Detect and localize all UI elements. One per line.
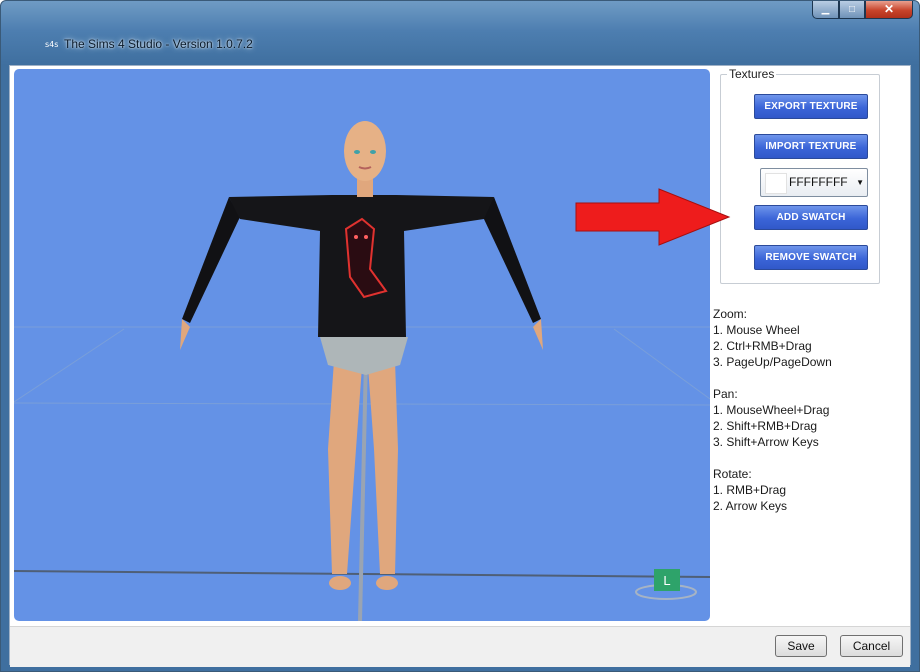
viewport-scene: L (14, 121, 710, 621)
pan-hint-3: 3. Shift+Arrow Keys (713, 435, 819, 449)
zoom-hint-3: 3. PageUp/PageDown (713, 355, 832, 369)
3d-viewport[interactable]: L (14, 69, 710, 621)
client-area: L Textures EXPORT TEXTURE IMPORT TEXTURE… (9, 65, 911, 667)
window-title: The Sims 4 Studio - Version 1.0.7.2 (64, 37, 253, 51)
app-icon: s4s (45, 40, 59, 49)
textures-group-label: Textures (727, 67, 777, 81)
remove-swatch-button[interactable]: REMOVE SWATCH (754, 245, 868, 270)
axis-pole (358, 358, 368, 621)
color-value: FFFFFFFF (789, 175, 848, 189)
add-swatch-button[interactable]: ADD SWATCH (754, 205, 868, 230)
cancel-button[interactable]: Cancel (840, 635, 903, 657)
export-texture-button[interactable]: EXPORT TEXTURE (754, 94, 868, 119)
zoom-hint-1: 1. Mouse Wheel (713, 323, 800, 337)
pan-hint-1: 1. MouseWheel+Drag (713, 403, 830, 417)
rotate-hint-1: 1. RMB+Drag (713, 483, 787, 497)
close-button[interactable]: ✕ (865, 1, 913, 19)
window-controls: ▁ □ ✕ (812, 1, 913, 20)
rotate-hint-2: 2. Arrow Keys (713, 499, 788, 513)
color-swatch-preview (765, 173, 787, 194)
light-gizmo[interactable]: L (635, 569, 697, 600)
pan-title: Pan: (713, 387, 738, 401)
application-window: s4s The Sims 4 Studio - Version 1.0.7.2 … (0, 0, 920, 672)
rotate-title: Rotate: (713, 467, 752, 481)
maximize-button[interactable]: □ (839, 1, 865, 19)
dialog-footer: Save Cancel (10, 626, 910, 667)
title-bar[interactable]: s4s The Sims 4 Studio - Version 1.0.7.2 … (1, 1, 919, 65)
red-arrow-annotation (575, 188, 731, 246)
chevron-down-icon: ▼ (856, 178, 864, 187)
zoom-hint-2: 2. Ctrl+RMB+Drag (713, 339, 812, 353)
color-dropdown[interactable]: FFFFFFFF ▼ (760, 168, 868, 197)
zoom-title: Zoom: (713, 307, 748, 321)
minimize-button[interactable]: ▁ (812, 1, 839, 19)
controls-help-text: Zoom: 1. Mouse Wheel 2. Ctrl+RMB+Drag 3.… (713, 306, 832, 514)
light-gizmo-label: L (663, 573, 670, 588)
pan-hint-2: 2. Shift+RMB+Drag (713, 419, 818, 433)
save-button[interactable]: Save (775, 635, 827, 657)
import-texture-button[interactable]: IMPORT TEXTURE (754, 134, 868, 159)
textures-group: Textures EXPORT TEXTURE IMPORT TEXTURE F… (720, 67, 880, 284)
